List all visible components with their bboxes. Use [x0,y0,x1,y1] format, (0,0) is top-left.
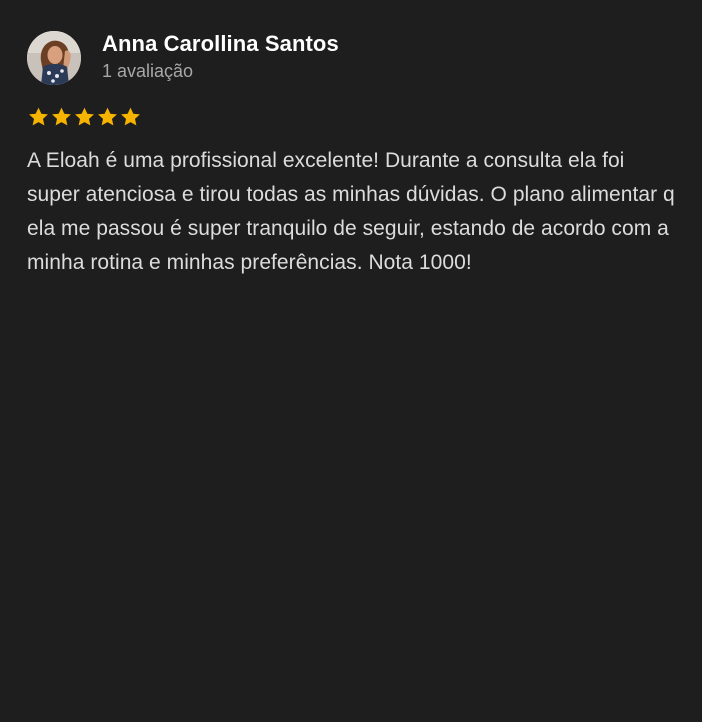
user-avatar-photo-icon [27,31,81,85]
avatar[interactable] [27,31,81,85]
author-name[interactable]: Anna Carollina Santos [102,30,339,58]
star-rating [27,105,674,129]
review-card: Anna Carollina Santos 1 avaliação A Eloa… [0,0,702,722]
star-icon [29,107,48,126]
star-icon [75,107,94,126]
star-icon [98,107,117,126]
author-info: Anna Carollina Santos 1 avaliação [102,30,339,83]
star-icon [121,107,140,126]
review-text: A Eloah é uma profissional excelente! Du… [27,149,675,274]
star-icon [52,107,71,126]
review-header: Anna Carollina Santos 1 avaliação [27,30,674,86]
author-review-count: 1 avaliação [102,60,194,81]
